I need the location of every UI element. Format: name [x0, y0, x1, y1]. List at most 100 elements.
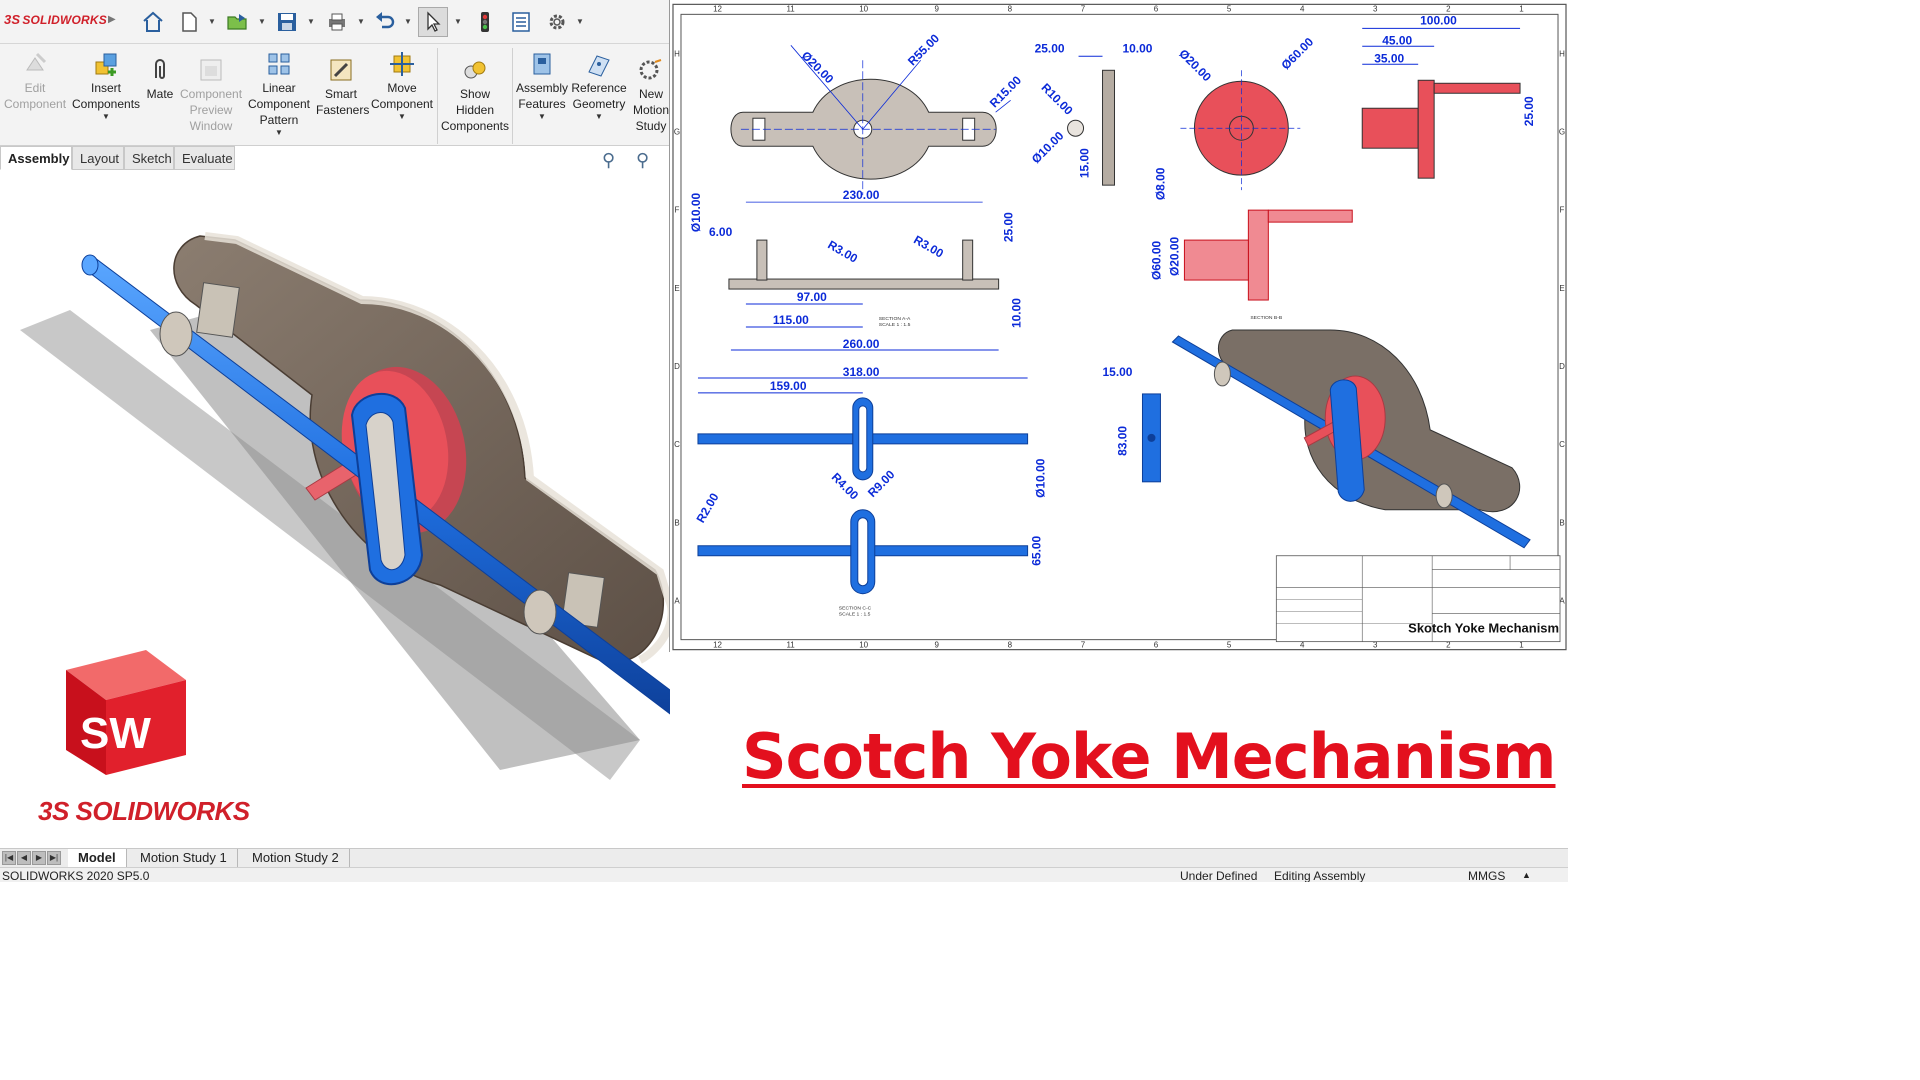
next-tab-icon[interactable]: ▶ [32, 851, 46, 865]
new-document-button[interactable] [174, 7, 204, 37]
view-isometric [1171, 329, 1531, 549]
linear-pattern-dropdown-icon[interactable]: ▼ [246, 128, 312, 138]
svg-text:Ø60.00: Ø60.00 [1149, 240, 1163, 280]
tab-sketch[interactable]: Sketch [124, 146, 174, 170]
svg-text:SCALE 1 : 1.5: SCALE 1 : 1.5 [839, 612, 871, 618]
tab-navigation: |◀ ◀ ▶ ▶| [2, 851, 61, 865]
last-tab-icon[interactable]: ▶| [47, 851, 61, 865]
drawing-sheet[interactable]: 121211111010998877665544332211 H HG GF FE ED… [669, 0, 1568, 652]
zone-row-label: D [674, 362, 680, 371]
video-title: Scotch Yoke Mechanism [742, 720, 1556, 793]
solidworks-cube-logo: SW [66, 650, 186, 775]
smart-fasteners-icon [330, 59, 352, 81]
view-section-bb: Ø8.00 Ø60.00 Ø20.00 SECTION B-B [1149, 167, 1353, 321]
print-dropdown-icon[interactable]: ▼ [357, 17, 365, 26]
linear-component-pattern-button[interactable]: Linear Component Pattern ▼ [246, 50, 312, 138]
assembly-features-button[interactable]: Assembly Features ▼ [514, 50, 570, 122]
svg-text:25.00: 25.00 [1522, 96, 1536, 126]
component-preview-window-button[interactable]: Component Preview Window [180, 56, 242, 134]
svg-text:Ø20.00: Ø20.00 [799, 49, 837, 87]
assembly-features-icon [533, 53, 551, 75]
save-icon [278, 13, 296, 31]
select-dropdown-icon[interactable]: ▼ [454, 17, 462, 26]
tab-assembly[interactable]: Assembly [0, 146, 72, 170]
zone-column-label: 3 [1373, 4, 1378, 13]
open-folder-icon [227, 14, 247, 30]
svg-text:97.00: 97.00 [797, 290, 827, 304]
zone-column-label: 9 [935, 4, 940, 13]
zone-row-label: H [674, 49, 680, 58]
component-preview-icon [200, 59, 222, 81]
reference-geometry-dropdown-icon[interactable]: ▼ [570, 112, 628, 122]
svg-text:115.00: 115.00 [773, 313, 809, 327]
edit-component-button[interactable]: Edit Component [4, 50, 66, 112]
view-disc-side: 100.00 45.00 35.00 25.00 [1361, 13, 1536, 179]
svg-text:SECTION B-B: SECTION B-B [1250, 315, 1283, 321]
reference-geometry-icon [588, 55, 610, 77]
menu-expand-arrow-icon[interactable]: ▶ [108, 14, 116, 25]
file-properties-button[interactable] [506, 7, 536, 37]
traffic-light-icon [481, 12, 489, 32]
prev-tab-icon[interactable]: ◀ [17, 851, 31, 865]
svg-text:100.00: 100.00 [1420, 13, 1457, 27]
new-motion-study-button[interactable]: New Motion Study [630, 56, 672, 134]
tab-layout[interactable]: Layout [72, 146, 124, 170]
zoom-to-fit-icon[interactable]: ⚲ [602, 150, 615, 171]
first-tab-icon[interactable]: |◀ [2, 851, 16, 865]
svg-text:25.00: 25.00 [1035, 41, 1065, 55]
options-button[interactable] [542, 7, 572, 37]
rod-guide-ring [523, 589, 557, 635]
svg-text:83.00: 83.00 [1115, 426, 1129, 456]
zone-row-label: B [1559, 518, 1564, 527]
open-dropdown-icon[interactable]: ▼ [258, 17, 266, 26]
print-button[interactable] [322, 7, 352, 37]
reference-geometry-button[interactable]: Reference Geometry ▼ [570, 50, 628, 122]
view-yoke-front: 318.00 159.00 R4.00 R9.00 Ø10.00 [697, 365, 1048, 503]
assembly-features-dropdown-icon[interactable]: ▼ [514, 112, 570, 122]
linear-pattern-icon [268, 53, 290, 75]
undo-icon [376, 12, 395, 29]
save-button[interactable] [272, 7, 302, 37]
rebuild-button[interactable] [470, 7, 500, 37]
home-button[interactable] [138, 7, 168, 37]
svg-text:45.00: 45.00 [1382, 33, 1412, 47]
status-units[interactable]: MMGS [1468, 869, 1505, 882]
svg-text:R3.00: R3.00 [911, 233, 946, 261]
ribbon-separator [512, 48, 513, 144]
mate-button[interactable]: Mate [144, 56, 176, 102]
zone-column-label: 6 [1154, 4, 1159, 13]
tab-motion-study-2[interactable]: Motion Study 2 [242, 849, 350, 868]
svg-text:Ø10.00: Ø10.00 [689, 193, 703, 233]
zone-column-label: 10 [859, 4, 868, 13]
undo-button[interactable] [370, 7, 400, 37]
undo-dropdown-icon[interactable]: ▼ [404, 17, 412, 26]
options-dropdown-icon[interactable]: ▼ [576, 17, 584, 26]
model-tabs-bar: |◀ ◀ ▶ ▶| Model Motion Study 1 Motion St… [0, 848, 1568, 868]
open-button[interactable] [222, 7, 252, 37]
move-component-icon [390, 52, 414, 76]
svg-text:15.00: 15.00 [1078, 148, 1092, 178]
save-dropdown-icon[interactable]: ▼ [307, 17, 315, 26]
tab-evaluate[interactable]: Evaluate [174, 146, 235, 170]
units-dropdown-icon[interactable]: ▲ [1522, 870, 1531, 880]
solidworks-menu-logo[interactable]: 3S SOLIDWORKS [4, 12, 107, 27]
command-manager-ribbon: Edit Component Insert Components ▼ Mate Co… [0, 44, 670, 146]
insert-components-button[interactable]: Insert Components ▼ [72, 50, 140, 122]
status-definition: Under Defined [1180, 869, 1258, 882]
smart-fasteners-button[interactable]: Smart Fasteners [316, 56, 369, 118]
move-component-button[interactable]: Move Component ▼ [370, 50, 434, 122]
zone-row-label: G [1559, 128, 1565, 137]
zone-column-label: 5 [1227, 641, 1232, 650]
show-hidden-components-button[interactable]: Show Hidden Components [440, 56, 510, 134]
move-component-dropdown-icon[interactable]: ▼ [370, 112, 434, 122]
svg-text:Skotch Yoke Mechanism: Skotch Yoke Mechanism [1408, 621, 1559, 636]
new-dropdown-icon[interactable]: ▼ [208, 17, 216, 26]
tab-model[interactable]: Model [68, 849, 127, 868]
zoom-to-area-icon[interactable]: ⚲ [636, 150, 649, 171]
insert-components-dropdown-icon[interactable]: ▼ [72, 112, 140, 122]
svg-text:SCALE 1 : 1.5: SCALE 1 : 1.5 [879, 322, 911, 328]
svg-text:260.00: 260.00 [843, 337, 880, 351]
svg-text:6.00: 6.00 [709, 225, 733, 239]
tab-motion-study-1[interactable]: Motion Study 1 [130, 849, 238, 868]
select-button[interactable] [418, 7, 448, 37]
